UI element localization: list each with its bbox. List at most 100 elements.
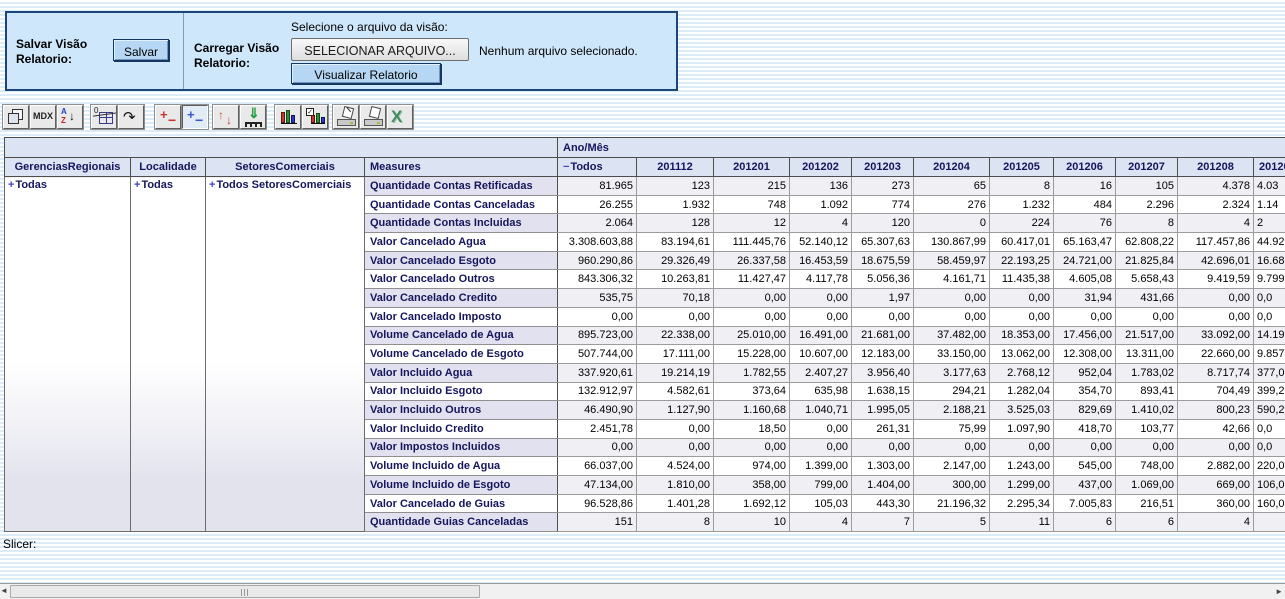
number-format-icon[interactable]: 0: [91, 105, 117, 129]
measures-header[interactable]: Measures: [365, 158, 558, 177]
select-file-button[interactable]: SELECIONAR ARQUIVO...: [291, 38, 469, 61]
expand-icon[interactable]: −: [563, 161, 569, 173]
value-cell: 895.723,00: [558, 326, 637, 345]
value-cell: 33.092,00: [1178, 326, 1254, 345]
value-cell: 399,2: [1254, 382, 1285, 401]
value-cell: 151: [558, 513, 637, 532]
value-cell: 62.808,22: [1116, 233, 1178, 252]
col-header-todos[interactable]: −Todos: [558, 158, 637, 177]
value-cell: 26.255: [558, 195, 637, 214]
expand-collapse-blue-icon[interactable]: +−: [182, 105, 208, 129]
value-cell: 96.528,86: [558, 494, 637, 513]
value-cell: 893,41: [1116, 382, 1178, 401]
value-cell: 0,00: [1178, 307, 1254, 326]
value-cell: 22.660,00: [1178, 345, 1254, 364]
col-header-201203[interactable]: 201203: [852, 158, 914, 177]
value-cell: 10.263,81: [637, 270, 714, 289]
value-cell: 276: [914, 195, 990, 214]
value-cell: 2.147,00: [914, 457, 990, 476]
scrollbar-thumb[interactable]: [10, 585, 480, 598]
value-cell: 2.882,00: [1178, 457, 1254, 476]
field-header-localidade[interactable]: Localidade: [131, 158, 206, 177]
row-member-cell[interactable]: +Todos SetoresComerciais: [206, 177, 365, 532]
col-header-201209[interactable]: 201209: [1254, 158, 1285, 177]
chart-options-icon[interactable]: ✓: [302, 105, 328, 129]
col-header-201206[interactable]: 201206: [1054, 158, 1116, 177]
file-prompt-label: Selecione o arquivo da visão:: [291, 20, 448, 34]
value-cell: 0,0: [1254, 289, 1285, 308]
value-cell: 5: [914, 513, 990, 532]
value-cell: 0,00: [852, 307, 914, 326]
value-cell: 7: [852, 513, 914, 532]
horizontal-scrollbar[interactable]: ◄ ►: [0, 583, 1285, 599]
cube-icon[interactable]: [3, 105, 29, 129]
expand-icon[interactable]: +: [134, 179, 140, 191]
col-header-201204[interactable]: 201204: [914, 158, 990, 177]
measure-label: Valor Impostos Incluidos: [365, 438, 558, 457]
field-header-setorescomerciais[interactable]: SetoresComerciais: [206, 158, 365, 177]
value-cell: 1.303,00: [852, 457, 914, 476]
value-cell: 1.232: [990, 195, 1054, 214]
expand-icon[interactable]: +: [8, 179, 14, 191]
value-cell: 829,69: [1054, 401, 1116, 420]
col-header-201112[interactable]: 201112: [637, 158, 714, 177]
col-header-201201[interactable]: 201201: [714, 158, 790, 177]
mdx-button[interactable]: MDX: [30, 105, 56, 129]
pivot-grid-area: Ano/Mês GerenciasRegionaisLocalidadeSetor…: [4, 137, 1285, 532]
chart-icon[interactable]: [275, 105, 301, 129]
row-member-cell[interactable]: +Todas: [5, 177, 131, 532]
value-cell: 12: [714, 214, 790, 233]
field-header-gerenciasregionais[interactable]: GerenciasRegionais: [5, 158, 131, 177]
export-excel-icon[interactable]: X: [387, 105, 413, 129]
measure-label: Valor Cancelado Imposto: [365, 307, 558, 326]
view-report-button[interactable]: Visualizar Relatorio: [291, 63, 441, 84]
value-cell: 0,00: [637, 438, 714, 457]
value-cell: 1.040,71: [790, 401, 852, 420]
value-cell: 6: [1054, 513, 1116, 532]
value-cell: 9.419,59: [1178, 270, 1254, 289]
value-cell: 590,2: [1254, 401, 1285, 420]
value-cell: 128: [637, 214, 714, 233]
file-status-text: Nenhum arquivo selecionado.: [479, 44, 638, 58]
value-cell: 1.092: [790, 195, 852, 214]
value-cell: 1.404,00: [852, 476, 914, 495]
column-dimension-header[interactable]: Ano/Mês: [558, 138, 1285, 158]
drilldown-icon[interactable]: ⇓: [240, 105, 266, 129]
value-cell: 545,00: [1054, 457, 1116, 476]
save-button[interactable]: Salvar: [113, 39, 169, 61]
value-cell: 377,0: [1254, 363, 1285, 382]
measure-label: Quantidade Contas Retificadas: [365, 177, 558, 196]
expand-collapse-red-icon[interactable]: +−: [155, 105, 181, 129]
col-header-201205[interactable]: 201205: [990, 158, 1054, 177]
print-preview-icon[interactable]: [333, 105, 359, 129]
sort-az-icon[interactable]: AZ↓: [57, 105, 83, 129]
value-cell: 105,03: [790, 494, 852, 513]
col-header-201208[interactable]: 201208: [1178, 158, 1254, 177]
measure-label: Valor Incluido Esgoto: [365, 382, 558, 401]
value-cell: 1.299,00: [990, 476, 1054, 495]
pivot-arrow-icon[interactable]: ↷: [118, 105, 144, 129]
value-cell: 0,00: [990, 438, 1054, 457]
value-cell: 1,97: [852, 289, 914, 308]
value-cell: 0,00: [990, 289, 1054, 308]
move-up-down-icon[interactable]: ↑↓: [213, 105, 239, 129]
measure-label: Quantidade Guias Canceladas: [365, 513, 558, 532]
value-cell: 105: [1116, 177, 1178, 196]
value-cell: 46.490,90: [558, 401, 637, 420]
scroll-right-arrow-icon[interactable]: ►: [1275, 587, 1283, 596]
scroll-left-arrow-icon[interactable]: ◄: [0, 586, 8, 595]
value-cell: 2.451,78: [558, 419, 637, 438]
row-member-cell[interactable]: +Todas: [131, 177, 206, 532]
print-icon[interactable]: [360, 105, 386, 129]
col-header-201207[interactable]: 201207: [1116, 158, 1178, 177]
value-cell: 484: [1054, 195, 1116, 214]
value-cell: 507.744,00: [558, 345, 637, 364]
value-cell: 47.134,00: [558, 476, 637, 495]
value-cell: 0: [914, 214, 990, 233]
col-header-201202[interactable]: 201202: [790, 158, 852, 177]
expand-icon[interactable]: +: [209, 179, 215, 191]
value-cell: 37.482,00: [914, 326, 990, 345]
value-cell: 13.311,00: [1116, 345, 1178, 364]
value-cell: 3.956,40: [852, 363, 914, 382]
value-cell: 123: [637, 177, 714, 196]
